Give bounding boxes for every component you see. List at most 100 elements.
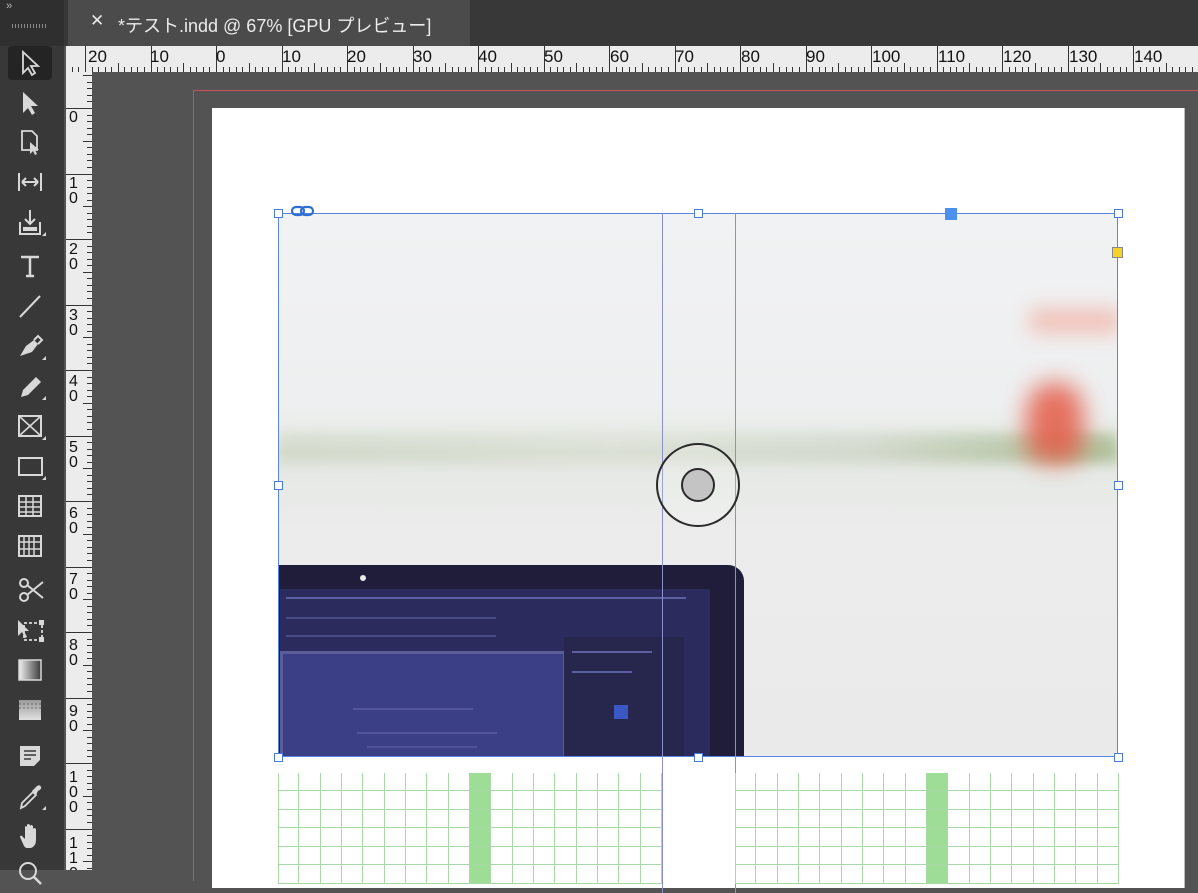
live-corner-handle[interactable] bbox=[1112, 247, 1123, 258]
grid-cell[interactable] bbox=[427, 810, 449, 828]
eyedropper-tool[interactable] bbox=[8, 779, 52, 813]
grid-cell[interactable] bbox=[619, 810, 641, 828]
grid-cell[interactable] bbox=[927, 865, 949, 884]
grid-cell[interactable] bbox=[969, 828, 991, 847]
grid-cell[interactable] bbox=[948, 865, 970, 884]
grid-cell[interactable] bbox=[512, 810, 534, 828]
grid-cell[interactable] bbox=[948, 847, 970, 865]
grid-cell[interactable] bbox=[555, 791, 577, 810]
grid-cell[interactable] bbox=[1012, 865, 1034, 884]
grid-cell[interactable] bbox=[555, 810, 577, 828]
grid-cell[interactable] bbox=[363, 810, 385, 828]
grid-cell[interactable] bbox=[320, 865, 342, 884]
panel-grip[interactable]: ›› bbox=[0, 0, 64, 46]
grid-cell[interactable] bbox=[534, 791, 556, 810]
grid-cell[interactable] bbox=[470, 847, 492, 865]
grid-cell[interactable] bbox=[735, 791, 757, 810]
type-tool[interactable] bbox=[8, 249, 52, 283]
grid-cell[interactable] bbox=[406, 847, 428, 865]
grid-cell[interactable] bbox=[1097, 810, 1119, 828]
grid-cell[interactable] bbox=[363, 773, 385, 791]
grid-cell[interactable] bbox=[756, 791, 778, 810]
grid-cell[interactable] bbox=[640, 847, 662, 865]
rectangle-frame-tool[interactable] bbox=[8, 409, 52, 443]
grid-cell[interactable] bbox=[299, 828, 321, 847]
grid-table-left[interactable] bbox=[278, 773, 662, 884]
close-tab-icon[interactable]: ✕ bbox=[90, 11, 104, 31]
grid-cell[interactable] bbox=[841, 828, 863, 847]
grid-cell[interactable] bbox=[342, 847, 364, 865]
grid-cell[interactable] bbox=[991, 847, 1013, 865]
grid-cell[interactable] bbox=[927, 828, 949, 847]
grid-cell[interactable] bbox=[640, 773, 662, 791]
grid-cell[interactable] bbox=[799, 810, 821, 828]
grid-cell[interactable] bbox=[491, 791, 513, 810]
grid-cell[interactable] bbox=[820, 828, 842, 847]
grid-cell[interactable] bbox=[1033, 791, 1055, 810]
content-collector-tool[interactable] bbox=[8, 205, 52, 239]
grid-cell[interactable] bbox=[927, 791, 949, 810]
grid-cell[interactable] bbox=[512, 828, 534, 847]
grid-cell[interactable] bbox=[534, 773, 556, 791]
grid-cell[interactable] bbox=[384, 828, 406, 847]
grid-cell[interactable] bbox=[640, 828, 662, 847]
grid-cell[interactable] bbox=[820, 810, 842, 828]
grid-cell[interactable] bbox=[363, 828, 385, 847]
grid-cell[interactable] bbox=[820, 791, 842, 810]
grid-cell[interactable] bbox=[448, 810, 470, 828]
grid-cell[interactable] bbox=[777, 810, 799, 828]
grid-cell[interactable] bbox=[299, 773, 321, 791]
grid-cell[interactable] bbox=[863, 828, 885, 847]
free-transform-tool[interactable] bbox=[8, 613, 52, 647]
grid-cell[interactable] bbox=[320, 847, 342, 865]
gap-tool[interactable] bbox=[8, 165, 52, 199]
grid-cell[interactable] bbox=[1055, 828, 1077, 847]
grid-cell[interactable] bbox=[576, 847, 598, 865]
reference-point-handle[interactable] bbox=[945, 208, 957, 220]
grid-cell[interactable] bbox=[777, 847, 799, 865]
grid-cell[interactable] bbox=[448, 865, 470, 884]
grid-cell[interactable] bbox=[427, 847, 449, 865]
grid-cell[interactable] bbox=[735, 773, 757, 791]
grid-cell[interactable] bbox=[735, 810, 757, 828]
grid-cell[interactable] bbox=[884, 810, 906, 828]
grid-cell[interactable] bbox=[534, 847, 556, 865]
grid-cell[interactable] bbox=[884, 773, 906, 791]
rectangle-tool[interactable] bbox=[8, 449, 52, 483]
grid-cell[interactable] bbox=[756, 865, 778, 884]
panel-drag-handle[interactable] bbox=[12, 24, 48, 28]
grid-cell[interactable] bbox=[555, 865, 577, 884]
grid-cell[interactable] bbox=[384, 810, 406, 828]
grid-cell[interactable] bbox=[1033, 773, 1055, 791]
grid-cell[interactable] bbox=[777, 791, 799, 810]
grid-cell[interactable] bbox=[1076, 828, 1098, 847]
grid-cell[interactable] bbox=[491, 773, 513, 791]
grid-cell[interactable] bbox=[406, 865, 428, 884]
grid-cell[interactable] bbox=[969, 865, 991, 884]
grid-cell[interactable] bbox=[1055, 865, 1077, 884]
grid-cell[interactable] bbox=[342, 828, 364, 847]
grid-cell[interactable] bbox=[384, 773, 406, 791]
grid-cell[interactable] bbox=[1097, 865, 1119, 884]
grid-cell[interactable] bbox=[534, 810, 556, 828]
zoom-tool[interactable] bbox=[8, 856, 52, 890]
grid-table-right[interactable] bbox=[735, 773, 1119, 884]
grid-cell[interactable] bbox=[384, 791, 406, 810]
grid-cell[interactable] bbox=[1012, 773, 1034, 791]
grid-cell[interactable] bbox=[969, 847, 991, 865]
grid-cell[interactable] bbox=[619, 773, 641, 791]
grid-cell[interactable] bbox=[991, 773, 1013, 791]
grid-cell[interactable] bbox=[841, 773, 863, 791]
grid-cell[interactable] bbox=[777, 828, 799, 847]
grid-cell[interactable] bbox=[320, 791, 342, 810]
grid-cell[interactable] bbox=[1055, 810, 1077, 828]
grid-cell[interactable] bbox=[363, 791, 385, 810]
grid-cell[interactable] bbox=[598, 791, 620, 810]
grid-cell[interactable] bbox=[619, 847, 641, 865]
grid-cell[interactable] bbox=[820, 773, 842, 791]
grid-cell[interactable] bbox=[991, 828, 1013, 847]
grid-cell[interactable] bbox=[735, 865, 757, 884]
note-tool[interactable] bbox=[8, 739, 52, 773]
grid-cell[interactable] bbox=[863, 773, 885, 791]
grid-cell[interactable] bbox=[735, 847, 757, 865]
